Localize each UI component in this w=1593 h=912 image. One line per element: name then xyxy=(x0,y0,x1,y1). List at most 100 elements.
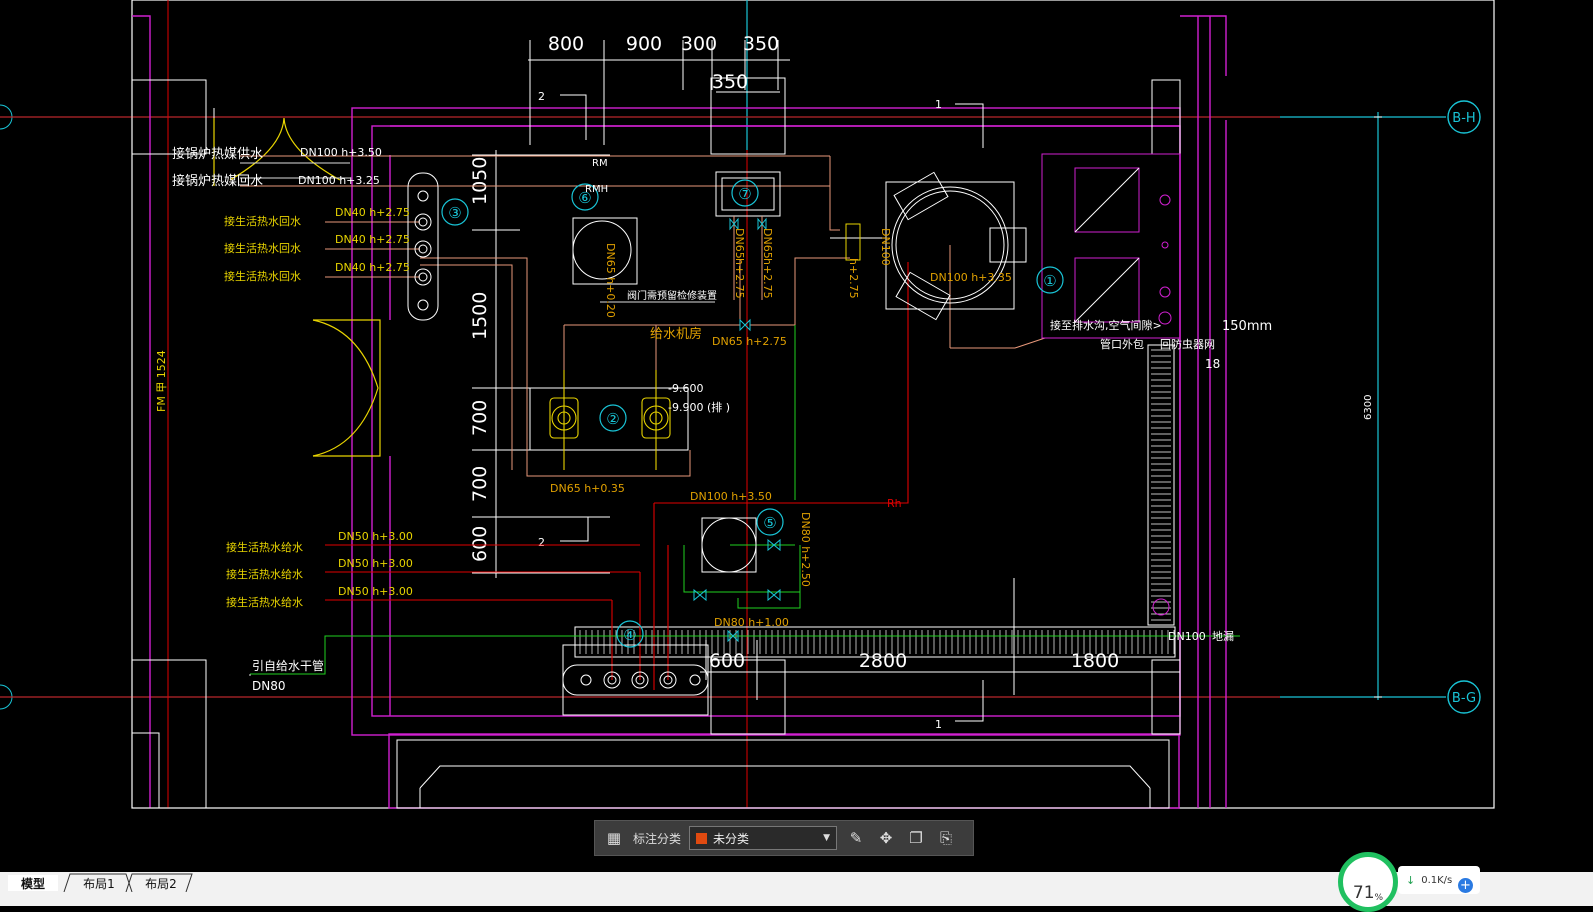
grid-axes xyxy=(0,0,1446,700)
equipment-tag-circles xyxy=(441,179,1064,648)
annotation-toolbar: ▦ 标注分类 未分类 ▼ ✎ ✥ ❐ ⎘ xyxy=(594,820,974,856)
lbl-hot-supply-1: 接生活热水给水 xyxy=(226,540,303,554)
lbl-h275-v2: h+2.75 xyxy=(761,258,774,299)
cad-drawing-canvas[interactable]: B-H B-G FM 甲 1524 800 900 300 350 350 2 … xyxy=(0,0,1593,906)
lbl-hot-return-2: 接生活热水回水 xyxy=(224,241,301,255)
lbl-hot-supply-2: 接生活热水给水 xyxy=(226,567,303,581)
tag-4: ④ xyxy=(623,626,636,644)
lbl-hot-return-1: 接生活热水回水 xyxy=(224,214,301,228)
lbl-makeup-main: 引自给水干管 xyxy=(252,658,324,673)
lbl-drain-trench: 地漏 xyxy=(1212,630,1234,643)
lbl-dn65-v2: DN65 xyxy=(761,228,774,259)
tank-6-shell xyxy=(572,220,632,280)
lbl-h275-v1: h+2.75 xyxy=(733,258,746,299)
cabinet-parts xyxy=(1074,167,1172,325)
lbl-dn80-makeup: DN80 xyxy=(252,679,286,693)
trench-hatching-v xyxy=(1151,349,1171,621)
lbl-dn50-2: DN50 h+3.00 xyxy=(338,557,413,570)
arrow-down-icon: ↓ xyxy=(1406,873,1416,887)
lbl-dn65-h020: DN65 h+0.20 xyxy=(604,243,617,318)
tab-model[interactable]: 模型 xyxy=(8,875,58,891)
category-select[interactable]: 未分类 ▼ xyxy=(689,826,838,850)
copy-icon[interactable]: ❐ xyxy=(905,827,927,849)
drain-trench-right xyxy=(1147,344,1175,626)
move-icon[interactable]: ✥ xyxy=(875,827,897,849)
dim-300: 300 xyxy=(681,33,717,55)
doors xyxy=(213,117,381,457)
grid-icon[interactable]: ▦ xyxy=(603,827,625,849)
lbl-dn100-325: DN100 h+3.25 xyxy=(298,174,380,187)
tab-layout1[interactable]: 布局1 xyxy=(72,875,126,891)
lbl-dn100-drain: DN100 xyxy=(1168,630,1206,643)
cabinet-lines xyxy=(1074,167,1140,323)
drawing-frame xyxy=(131,0,1495,809)
lbl-dn80-100: DN80 h+1.00 xyxy=(714,616,789,629)
lbl-dn80-v: DN80 h+2.50 xyxy=(799,512,812,587)
equipment-1-cabinet xyxy=(1041,153,1181,339)
dim-1500: 1500 xyxy=(469,292,491,340)
lbl-dn40-1: DN40 h+2.75 xyxy=(335,206,410,219)
dim-350b: 350 xyxy=(712,71,748,93)
center-lines xyxy=(0,0,1280,808)
lbl-rh: Rh xyxy=(887,497,902,510)
lbl-dn40-3: DN40 h+2.75 xyxy=(335,261,410,274)
dim-150mm: 150mm xyxy=(1222,319,1272,334)
dim-1050: 1050 xyxy=(469,157,491,205)
lbl-rmh: RMH xyxy=(585,184,608,195)
door-label: FM 甲 1524 xyxy=(155,350,168,412)
floor-drain xyxy=(1152,598,1170,616)
dim-800: 800 xyxy=(548,33,584,55)
lbl-hot-supply-3: 接生活热水给水 xyxy=(226,595,303,609)
plus-icon[interactable]: + xyxy=(1458,878,1473,893)
lbl-dn50-3: DN50 h+3.00 xyxy=(338,585,413,598)
lbl-valve-note: 阀门需预留检修装置 xyxy=(627,289,717,302)
lbl-boiler-supply: 接锅炉热媒供水 xyxy=(172,146,263,162)
tag-1: ① xyxy=(1043,272,1056,290)
dim-2800: 2800 xyxy=(859,650,907,672)
lbl-dn50-1: DN50 h+3.00 xyxy=(338,530,413,543)
lbl-h275-v3: h+2.75 xyxy=(847,258,860,299)
color-swatch xyxy=(696,832,708,844)
lbl-dn65-275: DN65 h+2.75 xyxy=(712,335,787,348)
lbl-dn40-2: DN40 h+2.75 xyxy=(335,233,410,246)
lbl-dn100-h350: DN100 h+3.50 xyxy=(690,490,772,503)
lbl-boiler-return: 接锅炉热媒回水 xyxy=(172,173,263,189)
lbl-dn100-335: DN100 h+3.35 xyxy=(930,271,1012,284)
tag-5: ⑤ xyxy=(763,514,776,532)
toolbar-label: 标注分类 xyxy=(633,831,682,846)
top-dimension-lines xyxy=(528,40,790,145)
lbl-dn100-350: DN100 h+3.50 xyxy=(300,146,382,159)
lbl-rm: RM xyxy=(592,158,608,169)
axis-label-bh: B-H xyxy=(1452,111,1475,126)
dim-6300: 6300 xyxy=(1363,395,1374,420)
dim-600-bottom: 600 xyxy=(709,650,745,672)
lbl-drain-note: 接至排水沟,空气间隙> xyxy=(1050,318,1162,332)
lbl-net-note: 回防虫器网 xyxy=(1160,337,1215,351)
lbl-dn65-v1: DN65 xyxy=(733,228,746,259)
tab-layout2[interactable]: 布局2 xyxy=(134,875,188,891)
label-18: 18 xyxy=(1205,357,1220,371)
lbl-dn100-v: DN100 xyxy=(879,228,892,266)
left-dimension-lines xyxy=(472,150,610,578)
lbl-pump-room: 给水机房 xyxy=(650,326,702,342)
dim-900: 900 xyxy=(626,33,662,55)
tag-2: ② xyxy=(606,410,619,428)
gauge-unit: % xyxy=(1374,893,1384,903)
section-mark-2b: 2 xyxy=(538,536,545,549)
axis-label-bg: B-G xyxy=(1452,691,1476,706)
heater-valve xyxy=(845,223,861,261)
dim-700b: 700 xyxy=(469,466,491,502)
section-mark-1a: 1 xyxy=(935,98,942,111)
manifold-ports xyxy=(414,190,432,311)
dim-350: 350 xyxy=(743,33,779,55)
lbl-level-1: -9.600 xyxy=(668,382,703,395)
net-speed-value: 0.1K/s xyxy=(1421,874,1453,886)
lbl-dn65-035: DN65 h+0.35 xyxy=(550,482,625,495)
category-value: 未分类 xyxy=(713,831,750,846)
paste-icon[interactable]: ⎘ xyxy=(935,827,957,849)
performance-gauge[interactable]: 71% xyxy=(1338,852,1398,912)
tag-7: ⑦ xyxy=(738,185,751,203)
dim-600: 600 xyxy=(469,526,491,562)
edit-icon[interactable]: ✎ xyxy=(845,827,867,849)
equipment-3-manifold xyxy=(407,172,439,321)
